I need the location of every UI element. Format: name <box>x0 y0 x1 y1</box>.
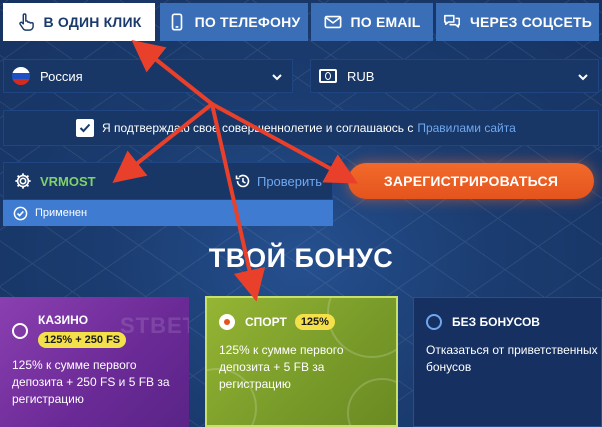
registration-tabs: В ОДИН КЛИК ПО ТЕЛЕФОНУ ПО EMAIL ЧЕРЕЗ С… <box>3 3 599 41</box>
tab-email[interactable]: ПО EMAIL <box>311 3 433 41</box>
bonus-description: 125% к сумме первого депозита + 5 FB за … <box>219 343 344 391</box>
bonus-name: КАЗИНО <box>38 313 89 327</box>
bonus-radio-casino[interactable] <box>12 323 28 339</box>
bonus-card-no-bonus[interactable]: БЕЗ БОНУСОВ Отказаться от приветственных… <box>413 297 602 427</box>
register-button[interactable]: ЗАРЕГИСТРИРОВАТЬСЯ <box>348 163 594 199</box>
currency-select[interactable]: RUB <box>310 59 599 93</box>
bonus-description: Отказаться от приветственных бонусов <box>426 343 598 374</box>
phone-icon <box>171 13 182 31</box>
bonus-name: СПОРТ <box>245 315 287 329</box>
promo-code-value: VRMOST <box>40 173 96 189</box>
bonus-card-casino[interactable]: STBET КАЗИНО 125% + 250 FS 125% к сумме … <box>0 297 189 427</box>
check-circle-icon <box>13 206 28 220</box>
chevron-down-icon <box>578 74 588 81</box>
envelope-icon <box>324 15 341 29</box>
gear-icon <box>15 173 31 189</box>
tab-one-click-label: В ОДИН КЛИК <box>43 14 142 30</box>
bonus-title: ТВОЙ БОНУС <box>208 243 394 273</box>
bonus-radio-sport[interactable] <box>219 314 235 330</box>
bonus-card-header: СПОРТ 125% <box>219 314 335 330</box>
bonus-card-header: БЕЗ БОНУСОВ <box>426 314 540 330</box>
bonus-description: 125% к сумме первого депозита + 250 FS и… <box>12 358 170 406</box>
checkmark-icon <box>79 123 91 133</box>
check-promo-label: Проверить <box>256 173 322 189</box>
check-promo-button[interactable]: Проверить <box>235 173 322 189</box>
agreement-row: Я подтверждаю свое совершеннолетие и сог… <box>3 110 599 146</box>
country-select[interactable]: Россия <box>3 59 293 93</box>
currency-value: RUB <box>347 68 375 84</box>
country-value: Россия <box>40 68 83 84</box>
tab-social-label: ЧЕРЕЗ СОЦСЕТЬ <box>469 14 593 30</box>
hand-pointer-icon <box>18 13 34 31</box>
bonus-card-header: КАЗИНО 125% + 250 FS <box>12 313 182 349</box>
chevron-down-icon <box>272 74 282 81</box>
bonus-name: БЕЗ БОНУСОВ <box>452 315 540 329</box>
rules-link[interactable]: Правилами сайта <box>417 121 515 135</box>
tab-phone[interactable]: ПО ТЕЛЕФОНУ <box>160 3 308 41</box>
tab-email-label: ПО EMAIL <box>350 14 421 30</box>
bonus-radio-none[interactable] <box>426 314 442 330</box>
agreement-text: Я подтверждаю свое совершеннолетие и сог… <box>102 121 414 135</box>
tab-one-click[interactable]: В ОДИН КЛИК <box>3 3 155 41</box>
promo-applied-label: Применен <box>35 207 88 219</box>
bonus-card-sport[interactable]: СПОРТ 125% 125% к сумме первого депозита… <box>205 296 398 427</box>
promo-code-field[interactable]: VRMOST Проверить <box>3 162 333 200</box>
bonus-badge: 125% <box>294 314 335 330</box>
russia-flag-icon <box>12 67 30 85</box>
tab-phone-label: ПО ТЕЛЕФОНУ <box>194 14 301 30</box>
tab-social[interactable]: ЧЕРЕЗ СОЦСЕТЬ <box>436 3 599 41</box>
history-icon <box>235 174 250 188</box>
agreement-checkbox[interactable] <box>76 119 94 137</box>
promo-applied-status: Применен <box>3 200 333 226</box>
bonus-badge: 125% + 250 FS <box>38 332 127 348</box>
currency-icon <box>319 69 337 83</box>
chat-bubbles-icon <box>444 14 460 28</box>
